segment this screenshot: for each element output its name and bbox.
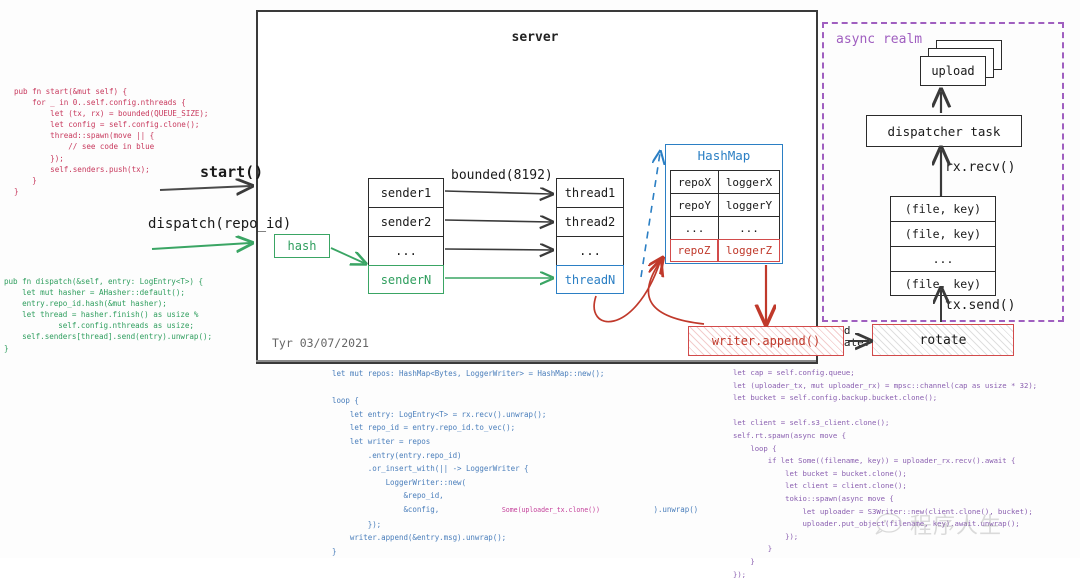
file-key-cell: ... (890, 246, 996, 271)
hashmap-value: loggerZ (718, 239, 780, 262)
thread-cell: thread1 (556, 178, 624, 207)
server-title: server (511, 30, 559, 45)
section-divider (256, 360, 816, 362)
code-loop-head: let mut repos: HashMap<Bytes, LoggerWrit… (332, 369, 605, 514)
hashmap-title: HashMap (697, 148, 751, 163)
sender-cell: sender2 (368, 207, 444, 236)
code-block-dispatch: pub fn dispatch(&self, entry: LogEntry<T… (4, 277, 213, 353)
label-start-call: start() (200, 163, 264, 181)
code-block-start: pub fn start(&mut self) { for _ in 0..se… (14, 87, 209, 196)
hashmap-row: repoY loggerY (670, 193, 780, 216)
label-bounded-channel: bounded(8192) (451, 168, 553, 183)
hashmap-row: ... ... (670, 216, 780, 239)
sender-cell: sender1 (368, 178, 444, 207)
watermark: 程序人生 (874, 508, 1002, 540)
diagram-canvas: server Tyr 03/07/2021 pub fn start(&mut … (0, 0, 1080, 579)
arrow-dispatch (151, 243, 250, 249)
thread-cell: thread2 (556, 207, 624, 236)
code-block-upload: let cap = self.config.queue; let (upload… (733, 368, 1038, 579)
hash-node: hash (274, 234, 330, 258)
code-loop-highlight: Some(uploader_tx.clone()) (439, 505, 600, 514)
hashmap-key: ... (670, 216, 718, 239)
thread-stack: thread1 thread2 ... threadN (556, 178, 624, 294)
hashmap-value: ... (718, 216, 780, 239)
upload-card-front: upload (920, 56, 986, 86)
dispatcher-task-node: dispatcher task (866, 115, 1022, 147)
file-key-queue: (file, key) (file, key) ... (file, key) (890, 196, 996, 296)
hashmap-row-highlighted: repoZ loggerZ (670, 239, 780, 262)
async-realm-label: async realm (836, 32, 923, 47)
hashmap-key: repoX (670, 170, 718, 193)
hashmap-rows: repoX loggerX repoY loggerY ... ... repo… (670, 170, 780, 262)
file-key-cell: (file, key) (890, 196, 996, 221)
hashmap-key: repoZ (670, 239, 718, 262)
sender-cell: ... (368, 236, 444, 265)
hashmap-key: repoY (670, 193, 718, 216)
upload-task-stack: upload (920, 40, 1002, 88)
author-signature: Tyr 03/07/2021 (272, 336, 369, 350)
label-dispatch-call: dispatch(repo_id) (148, 216, 292, 232)
rotate-node: rotate (872, 324, 1014, 356)
file-key-cell: (file, key) (890, 271, 996, 296)
thread-cell: ... (556, 236, 624, 265)
sender-stack: sender1 sender2 ... senderN (368, 178, 444, 294)
hashmap-value: loggerY (718, 193, 780, 216)
writer-append-node: writer.append() (688, 326, 844, 356)
wechat-icon (875, 513, 902, 535)
file-key-cell: (file, key) (890, 221, 996, 246)
code-block-loop: let mut repos: HashMap<Bytes, LoggerWrit… (332, 367, 698, 558)
sender-cell-n: senderN (368, 265, 444, 294)
watermark-text: 程序人生 (910, 514, 1003, 539)
hashmap-row: repoX loggerX (670, 170, 780, 193)
hashmap-value: loggerX (718, 170, 780, 193)
thread-cell-n: threadN (556, 265, 624, 294)
